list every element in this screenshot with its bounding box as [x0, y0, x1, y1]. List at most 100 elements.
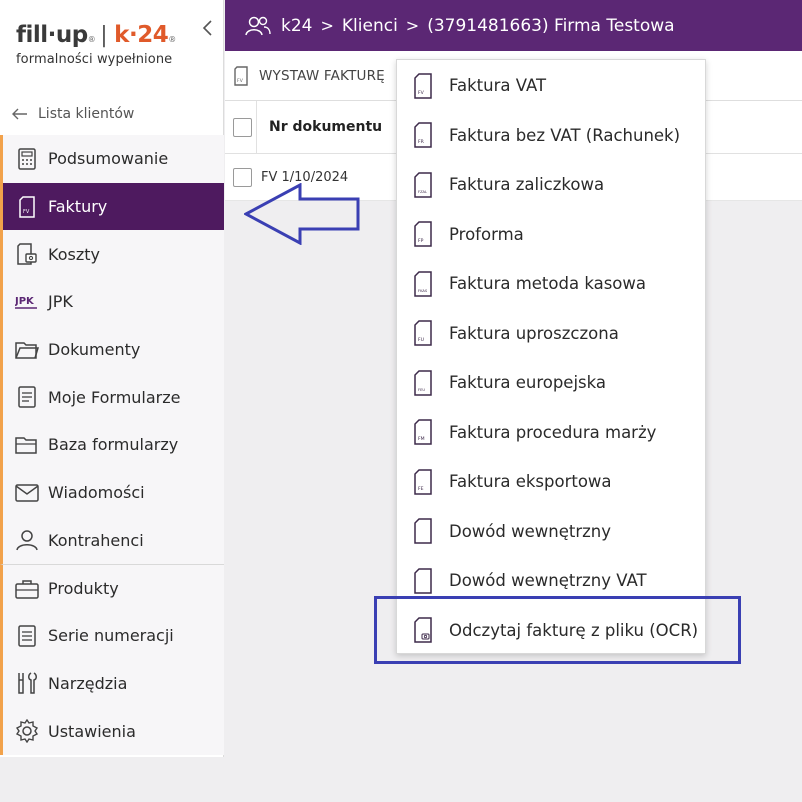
sidebar-item-baza-formularzy[interactable]: Baza formularzy — [0, 421, 224, 469]
sidebar-item-label: Faktury — [48, 197, 108, 217]
collapse-sidebar-button[interactable] — [201, 19, 215, 37]
sidebar-item-ustawienia[interactable]: Ustawienia — [0, 707, 224, 755]
logo-brand-k24: k·24 — [114, 22, 169, 48]
back-link-label: Lista klientów — [38, 106, 135, 122]
invoice-type-option[interactable]: FR Faktura bez VAT (Rachunek) — [397, 111, 705, 161]
invoice-icon: FV — [15, 195, 39, 219]
sidebar-menu: Podsumowanie FV Faktury Koszty JPK JPK D… — [0, 135, 224, 755]
logo-registered-mark-2: ® — [168, 35, 176, 44]
costs-icon — [15, 242, 39, 266]
sidebar-item-label: Podsumowanie — [48, 149, 169, 169]
sidebar-item-label: Serie numeracji — [48, 626, 174, 646]
sidebar-item-label: Ustawienia — [48, 721, 136, 741]
invoice-document-icon: FM — [413, 419, 433, 445]
invoice-document-icon: FZAL — [413, 172, 433, 198]
invoice-type-option[interactable]: Dowód wewnętrzny — [397, 507, 705, 557]
form-icon — [15, 385, 39, 409]
svg-text:JPK: JPK — [15, 296, 35, 307]
breadcrumb-client: (3791481663) Firma Testowa — [427, 15, 675, 36]
invoice-type-label: Faktura bez VAT (Rachunek) — [449, 125, 681, 145]
people-icon — [245, 15, 271, 37]
logo-tagline: formalności wypełnione — [16, 52, 173, 67]
calculator-icon — [15, 147, 39, 171]
invoice-document-icon — [413, 518, 433, 544]
issue-invoice-button[interactable]: FV WYSTAW FAKTURĘ — [233, 65, 385, 86]
invoice-type-label: Faktura europejska — [449, 373, 607, 393]
invoice-type-label: Faktura procedura marży — [449, 422, 657, 442]
invoice-document-icon: FV — [413, 73, 433, 99]
sidebar-item-podsumowanie[interactable]: Podsumowanie — [0, 135, 224, 183]
sidebar-item-label: Narzędzia — [48, 673, 128, 693]
back-to-clients-link[interactable]: Lista klientów — [12, 106, 134, 122]
svg-text:FV: FV — [418, 90, 425, 96]
logo-separator: | — [100, 23, 108, 48]
breadcrumb-separator: > — [320, 16, 334, 35]
ocr-highlight-box — [374, 596, 741, 664]
select-all-checkbox[interactable] — [233, 117, 252, 137]
folder-icon — [15, 338, 39, 362]
invoice-document-icon: FEU — [413, 370, 433, 396]
sidebar-item-label: Koszty — [48, 244, 100, 264]
breadcrumb-bar: k24 > Klienci > (3791481663) Firma Testo… — [225, 0, 802, 51]
invoice-document-icon: FKAS — [413, 271, 433, 297]
sidebar-item-wiadomosci[interactable]: Wiadomości — [0, 468, 224, 517]
sidebar-item-label: Dokumenty — [48, 340, 141, 360]
svg-text:FU: FU — [418, 337, 424, 343]
sidebar-item-kontrahenci[interactable]: Kontrahenci — [0, 516, 224, 565]
invoice-document-icon: FP — [413, 221, 433, 247]
sidebar-item-jpk[interactable]: JPK JPK — [0, 278, 224, 326]
document-lines-icon — [15, 624, 39, 648]
envelope-icon — [15, 481, 39, 505]
invoice-type-option[interactable]: FZAL Faktura zaliczkowa — [397, 160, 705, 210]
sidebar-item-label: Kontrahenci — [48, 530, 144, 550]
column-divider — [256, 100, 257, 154]
invoice-type-option[interactable]: FP Proforma — [397, 210, 705, 260]
issue-invoice-label: WYSTAW FAKTURĘ — [259, 67, 385, 84]
invoice-type-option[interactable]: FEU Faktura europejska — [397, 358, 705, 408]
arrow-annotation-icon — [244, 183, 360, 245]
invoice-document-icon: FR — [413, 122, 433, 148]
sidebar-item-produkty[interactable]: Produkty — [0, 564, 224, 612]
sidebar: fill·up ® | k·24 ® formalności wypełnion… — [0, 0, 224, 757]
sidebar-item-moje-formularze[interactable]: Moje Formularze — [0, 373, 224, 422]
arrow-left-icon — [12, 108, 27, 120]
breadcrumb-k24[interactable]: k24 — [281, 16, 312, 36]
invoice-icon: FV — [233, 65, 249, 86]
invoice-type-dropdown: FV Faktura VAT FR Faktura bez VAT (Rachunek… — [396, 59, 706, 654]
sidebar-item-label: JPK — [48, 292, 73, 312]
svg-text:FE: FE — [418, 486, 424, 492]
invoice-type-label: Faktura eksportowa — [449, 472, 612, 492]
invoice-type-option[interactable]: FKAS Faktura metoda kasowa — [397, 259, 705, 309]
column-header-doc-number[interactable]: Nr dokumentu — [269, 119, 382, 135]
svg-text:FP: FP — [418, 238, 424, 244]
sidebar-item-dokumenty[interactable]: Dokumenty — [0, 325, 224, 374]
jpk-icon: JPK — [15, 290, 39, 314]
gear-icon — [15, 719, 39, 744]
sidebar-item-label: Wiadomości — [48, 483, 145, 503]
logo-registered-mark: ® — [87, 35, 96, 44]
invoice-type-option[interactable]: FM Faktura procedura marży — [397, 408, 705, 458]
sidebar-item-koszty[interactable]: Koszty — [0, 230, 224, 279]
svg-text:FV: FV — [23, 209, 30, 215]
breadcrumb-klienci[interactable]: Klienci — [342, 16, 398, 36]
sidebar-item-label: Baza formularzy — [48, 435, 179, 455]
sidebar-item-narzedzia[interactable]: Narzędzia — [0, 659, 224, 708]
invoice-type-label: Dowód wewnętrzny VAT — [449, 571, 647, 591]
sidebar-item-faktury[interactable]: FV Faktury — [0, 182, 224, 231]
folder-stack-icon — [15, 433, 39, 457]
invoice-type-label: Faktura zaliczkowa — [449, 175, 605, 195]
invoice-document-icon — [413, 568, 433, 594]
breadcrumb-separator: > — [405, 16, 420, 35]
chevron-left-icon — [202, 20, 212, 36]
invoice-type-label: Faktura uproszczona — [449, 323, 619, 343]
invoice-type-label: Dowód wewnętrzny — [449, 521, 611, 541]
invoice-type-option[interactable]: FE Faktura eksportowa — [397, 457, 705, 507]
invoice-type-option[interactable]: FU Faktura uproszczona — [397, 309, 705, 359]
svg-text:FV: FV — [237, 78, 244, 84]
sidebar-item-serie-numeracji[interactable]: Serie numeracji — [0, 611, 224, 660]
svg-text:FM: FM — [418, 436, 425, 442]
person-icon — [15, 528, 39, 552]
invoice-type-option[interactable]: FV Faktura VAT — [397, 61, 705, 111]
logo[interactable]: fill·up ® | k·24 ® formalności wypełnion… — [16, 22, 176, 67]
invoice-document-icon: FU — [413, 320, 433, 346]
